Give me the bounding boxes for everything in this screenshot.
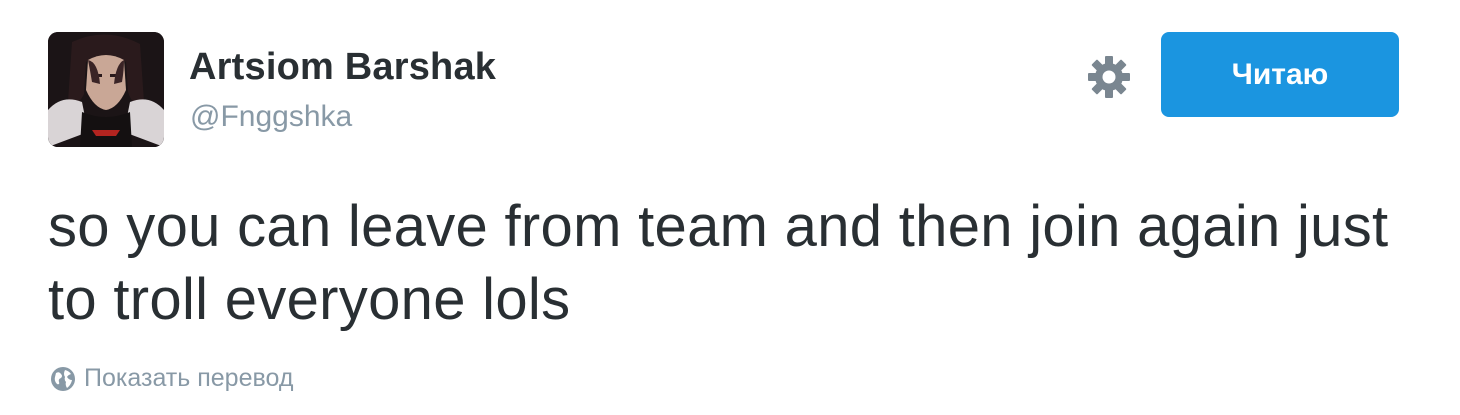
display-name[interactable]: Artsiom Barshak: [189, 46, 496, 89]
globe-icon: [51, 366, 75, 391]
translate-link[interactable]: Показать перевод: [50, 364, 293, 393]
tweet-text: so you can leave from team and then join…: [48, 194, 1389, 332]
avatar[interactable]: [48, 32, 164, 147]
avatar-image: [48, 32, 164, 147]
gear-icon[interactable]: [1086, 54, 1132, 100]
tweet-card: Artsiom Barshak @Fnggshka Читаю so you c…: [0, 0, 1460, 415]
screen-name[interactable]: @Fnggshka: [190, 100, 352, 134]
follow-button[interactable]: Читаю: [1161, 32, 1399, 117]
translate-label: Показать перевод: [84, 364, 294, 392]
